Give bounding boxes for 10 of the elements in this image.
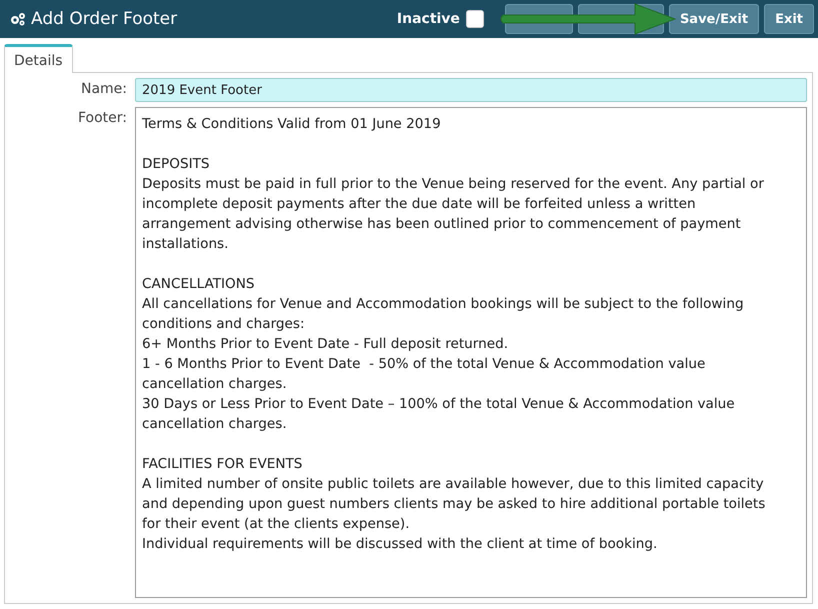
exit-button[interactable]: Exit <box>764 4 814 34</box>
window-title: Add Order Footer <box>31 9 178 29</box>
gears-icon <box>10 12 26 26</box>
name-label: Name: <box>80 80 127 99</box>
tab[interactable]: Details <box>4 44 73 73</box>
save-exit-button[interactable]: Save/Exit <box>668 4 760 34</box>
footer-field[interactable]: Terms & Conditions Valid from 01 June 2019 DEPOSITS Deposits must be paid in full prior to the Venue being reserved for the event. Any partial or incomplete deposit payments after the due date will be forfeited unless a written arrangement advising otherwise has been outlined prior to commencement of payment installations. CANCELLATIONS All cancellations for Venue and Accommodation bookings will be subject to the following conditions and charges: 6+ Months Prior to Event Date - Full deposit returned. 1 - 6 Months Prior to Event Date - 50% of the total Venue & Accommodation value cancellation charges. 30 Days or Less Prior to Event Date – 100% of the total Venue & Accommodation value cancellation charges. FACILITIES FOR EVENTS A limited number of onsite public toilets are available however, due to this limited capacity and depending upon guest numbers clients may be asked to hire additional portable toilets for their event (at the clients expense). Individual requirements will be discussed with the client at time of booking. <box>135 107 807 598</box>
footer-label: Footer: <box>76 109 127 128</box>
inactive-label: Inactive <box>396 11 460 27</box>
name-field[interactable]: 2019 Event Footer <box>135 78 807 102</box>
